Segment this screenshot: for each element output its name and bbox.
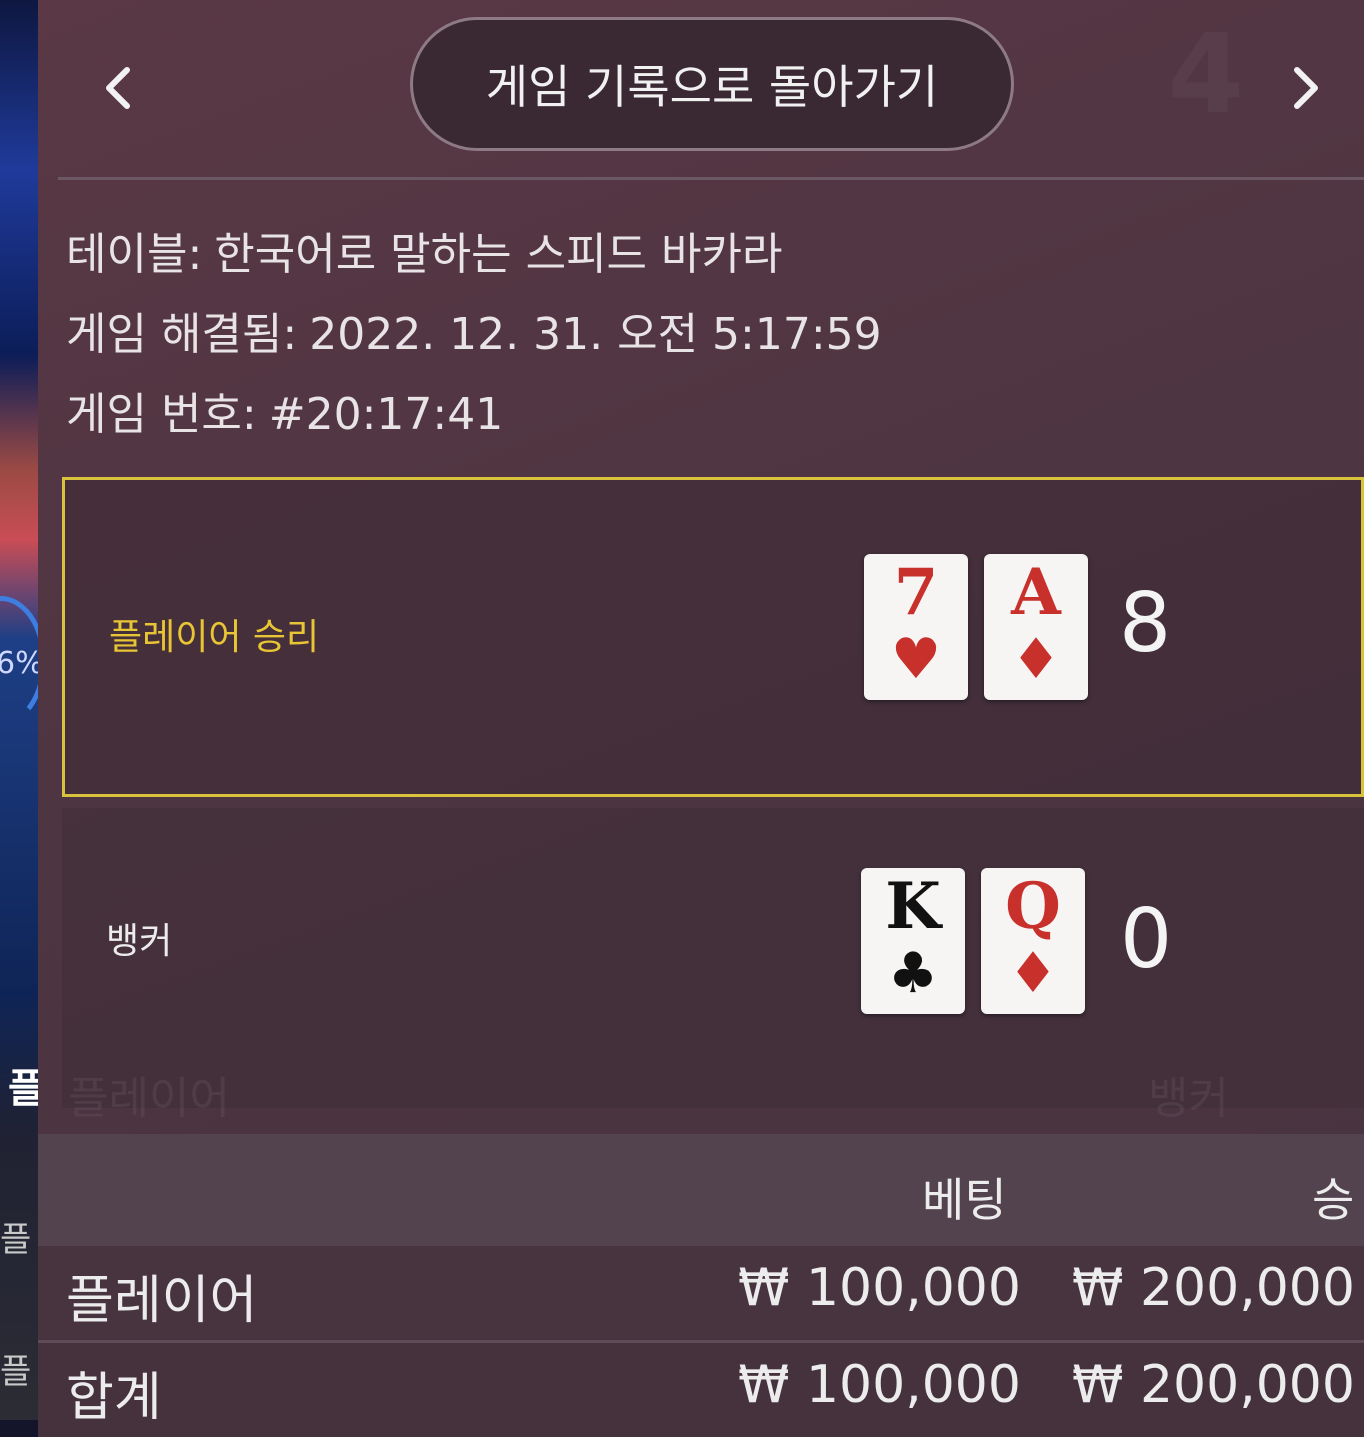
win-amount: ₩ 200,000 [1072,1258,1355,1318]
resolved-label: 게임 해결됨: [66,309,298,360]
background-glyph: 플 [0,1220,32,1260]
bet-amount: ₩ 100,000 [738,1258,1021,1318]
total-bet-amount: ₩ 100,000 [738,1355,1021,1415]
card-rank: K [885,869,941,944]
resolved-info: 게임 해결됨: 2022. 12. 31. 오전 5:17:59 [66,298,882,362]
chevron-right-icon [1294,67,1318,109]
playing-card: A ♦ [984,554,1088,700]
game-number-info: 게임 번호: #20:17:41 [66,378,503,442]
chevron-left-icon [106,67,130,109]
table-label: 테이블: [66,229,203,280]
playing-card: K ♣ [861,868,965,1014]
game-number: #20:17:41 [268,389,504,440]
win-column-header: 승 [1312,1173,1355,1227]
back-to-history-button[interactable]: 게임 기록으로 돌아가기 [410,17,1014,151]
background-casino-strip: 6% 플 플 플 [0,0,46,1420]
playing-card: 7 ♥ [864,554,968,700]
table-row: 플레이어 ₩ 100,000 ₩ 200,000 [38,1246,1364,1340]
player-win-label: 플레이어 승리 [109,617,320,658]
game-history-detail-panel: 4 게임 기록으로 돌아가기 테이블:한국어로 말하는 스피드 바카라 게임 해… [38,0,1364,1437]
playing-card: Q ♦ [981,868,1085,1014]
club-suit-icon: ♣ [887,941,939,1006]
banker-label: 뱅커 [106,921,173,962]
background-glyph: 플 [0,1352,32,1392]
ghost-label: 플레이어 [68,1073,230,1124]
table-name: 한국어로 말하는 스피드 바카라 [214,229,783,280]
heart-suit-icon: ♥ [890,627,942,692]
bets-table-header: 베팅 승 [38,1134,1364,1246]
total-win-amount: ₩ 200,000 [1072,1355,1355,1415]
bet-name: 플레이어 [66,1271,258,1331]
diamond-suit-icon: ♦ [1010,627,1062,692]
table-row-total: 합계 ₩ 100,000 ₩ 200,000 [38,1340,1364,1437]
card-rank: Q [1005,869,1061,944]
diamond-suit-icon: ♦ [1007,941,1059,1006]
previous-game-button[interactable] [92,60,144,116]
total-label: 합계 [66,1368,162,1428]
table-info: 테이블: 한국어로 말하는 스피드 바카라 [66,218,782,282]
background-ghost-number: 4 [1167,10,1244,138]
ghost-label: 뱅커 [1148,1073,1229,1124]
card-rank: 7 [893,555,939,630]
card-rank: A [1011,555,1061,630]
next-game-button[interactable] [1280,60,1332,116]
resolved-timestamp: 2022. 12. 31. 오전 5:17:59 [309,309,882,360]
game-number-label: 게임 번호: [66,389,257,440]
banker-score: 0 [1120,892,1173,987]
player-score: 8 [1119,576,1172,671]
bet-column-header: 베팅 [922,1173,1007,1227]
player-hand: 플레이어 승리 7 ♥ A ♦ 8 [62,477,1364,797]
header-divider [58,177,1364,180]
